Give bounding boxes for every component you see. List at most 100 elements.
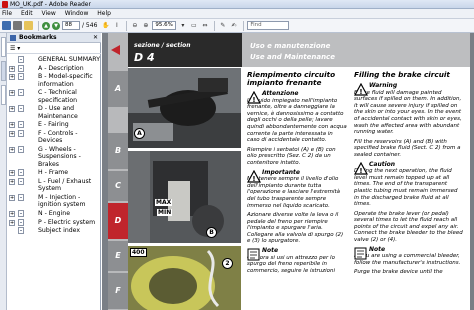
bookmark-item[interactable]: + B - Model-specific information bbox=[7, 73, 101, 88]
menu-window[interactable]: Window bbox=[65, 10, 89, 17]
section-code: D 4 bbox=[134, 51, 155, 64]
photo-label-min: MIN bbox=[157, 209, 173, 216]
menu-file[interactable]: File bbox=[2, 10, 12, 17]
italian-attention-block: ! Attenzione bbox=[247, 90, 347, 104]
bookmark-item[interactable]: + H - Frame bbox=[7, 169, 101, 177]
bookmark-item[interactable]: + G - Wheels - Suspensions - Brakes bbox=[7, 146, 101, 168]
bookmark-label: A - Description bbox=[38, 64, 84, 72]
bookmark-item[interactable]: + N - Engine bbox=[7, 209, 101, 217]
bookmark-item[interactable]: + E - Fairing bbox=[7, 121, 101, 129]
zoom-out-icon[interactable]: ⊖ bbox=[130, 21, 139, 30]
expand-icon[interactable]: + bbox=[9, 194, 15, 201]
bookmark-options-button[interactable]: ☰ ▾ bbox=[10, 45, 20, 52]
document-icon bbox=[18, 209, 24, 217]
page-total: / 546 bbox=[82, 22, 98, 29]
expand-icon[interactable]: + bbox=[9, 131, 15, 138]
document-icon bbox=[18, 105, 24, 113]
bookmark-item[interactable]: GENERAL SUMMARY bbox=[7, 56, 101, 63]
bookmark-item[interactable]: + P - Electric system bbox=[7, 218, 101, 226]
previous-page-icon[interactable]: ▲ bbox=[42, 21, 50, 30]
bookmark-item[interactable]: + D - Use and Maintenance bbox=[7, 105, 101, 120]
section-label: sezione / section bbox=[134, 42, 191, 49]
document-icon bbox=[18, 146, 24, 153]
english-column: Filling the brake circuit ! Warning Brak… bbox=[354, 71, 464, 279]
zoom-level-input[interactable]: 95.6% bbox=[152, 21, 177, 30]
section-tab-a: A bbox=[108, 71, 128, 107]
english-note-block: Note bbox=[354, 245, 464, 260]
menu-help[interactable]: Help bbox=[97, 10, 111, 17]
italian-attention-heading: Attenzione bbox=[262, 90, 299, 97]
expand-icon[interactable]: + bbox=[9, 65, 15, 72]
comment-icon[interactable]: ✎ bbox=[218, 21, 227, 30]
menu-bar: File Edit View Window Help bbox=[0, 9, 474, 19]
email-icon[interactable] bbox=[24, 21, 33, 30]
hand-tool-icon[interactable]: ✋ bbox=[101, 21, 110, 30]
find-input[interactable]: Find bbox=[247, 21, 290, 30]
open-icon[interactable] bbox=[2, 21, 11, 30]
next-page-icon[interactable]: ▼ bbox=[52, 21, 60, 30]
bookmark-label: N - Engine bbox=[38, 209, 71, 217]
window-title: MO_UK.pdf - Adobe Reader bbox=[10, 1, 91, 8]
svg-text:!: ! bbox=[359, 88, 362, 96]
expand-icon[interactable]: + bbox=[9, 210, 15, 217]
page-number-input[interactable]: 88 bbox=[62, 21, 80, 30]
chapter-header: Uso e manutenzione Use and Maintenance bbox=[242, 33, 470, 67]
italian-column: Riempimento circuito impianto frenante !… bbox=[247, 71, 347, 277]
expand-icon[interactable]: + bbox=[9, 74, 15, 81]
document-icon bbox=[18, 218, 24, 226]
english-warning-text: Brake fluid will damage painted surfaces… bbox=[354, 89, 462, 136]
section-tab-c: C bbox=[108, 171, 128, 201]
attachments-tab[interactable] bbox=[1, 85, 6, 105]
bookmark-item[interactable]: Subject index bbox=[7, 227, 101, 235]
expand-icon[interactable]: + bbox=[9, 90, 15, 97]
english-body-2: Operate the brake lever (or pedal) sever… bbox=[354, 210, 463, 244]
menu-edit[interactable]: Edit bbox=[21, 10, 33, 17]
fit-page-icon[interactable]: ▭ bbox=[189, 21, 198, 30]
svg-text:!: ! bbox=[359, 167, 362, 175]
bookmark-label: D - Use and Maintenance bbox=[38, 105, 78, 120]
bookmark-item[interactable]: + F - Controls - Devices bbox=[7, 130, 101, 145]
chapter-title-it: Uso e manutenzione bbox=[250, 42, 331, 50]
pages-tab[interactable] bbox=[1, 37, 6, 57]
svg-text:!: ! bbox=[252, 96, 255, 104]
bookmark-label: H - Frame bbox=[38, 169, 69, 177]
zoom-in-icon[interactable]: ⊕ bbox=[141, 21, 150, 30]
zoom-dropdown-icon[interactable]: ▾ bbox=[178, 21, 187, 30]
pdf-page: A B C D E F sezione / section D 4 Uso e … bbox=[108, 33, 470, 310]
expand-icon[interactable]: + bbox=[9, 170, 15, 177]
bookmark-item[interactable]: + A - Description bbox=[7, 64, 101, 72]
close-panel-icon[interactable]: ✕ bbox=[93, 33, 98, 43]
expand-icon[interactable]: + bbox=[9, 219, 15, 226]
italian-note-heading: Note bbox=[262, 247, 279, 255]
document-icon bbox=[18, 193, 24, 201]
bookmarks-tab[interactable] bbox=[1, 61, 6, 81]
toolbar-divider bbox=[214, 20, 216, 31]
warning-icon: ! bbox=[354, 83, 368, 96]
photo-bleed-valve: 400 2 bbox=[128, 246, 241, 310]
expand-icon[interactable]: + bbox=[9, 178, 15, 185]
section-tab-b: B bbox=[108, 133, 128, 169]
english-note-heading: Note bbox=[369, 245, 386, 253]
expand-icon[interactable]: + bbox=[9, 106, 15, 113]
bookmark-item[interactable]: + L - Fuel / Exhaust System bbox=[7, 177, 101, 193]
svg-text:!: ! bbox=[252, 175, 255, 183]
sign-icon[interactable]: ✍ bbox=[229, 21, 238, 30]
italian-body-2: Azionare diverse volte la leva o il peda… bbox=[247, 212, 344, 245]
expand-icon[interactable]: + bbox=[9, 147, 15, 153]
english-caution-text: During the next operation, the fluid lev… bbox=[354, 168, 458, 208]
bookmark-label: M - Injection - ignition system bbox=[38, 193, 86, 209]
select-tool-icon[interactable]: I bbox=[112, 21, 121, 30]
bookmark-item[interactable]: + C - Technical specification bbox=[7, 89, 101, 104]
expand-icon[interactable]: + bbox=[9, 122, 15, 129]
english-caution-heading: Caution bbox=[369, 160, 396, 168]
fit-width-icon[interactable]: ⇔ bbox=[200, 21, 209, 30]
photo-callout-2: 2 bbox=[222, 258, 233, 269]
adobe-reader-icon bbox=[2, 1, 8, 8]
document-viewport[interactable]: A B C D E F sezione / section D 4 Uso e … bbox=[102, 33, 474, 310]
bookmark-item[interactable]: + M - Injection - ignition system bbox=[7, 193, 101, 209]
italian-title: Riempimento circuito impianto frenante bbox=[247, 70, 336, 87]
menu-view[interactable]: View bbox=[42, 10, 56, 17]
caution-icon: ! bbox=[247, 169, 261, 183]
print-icon[interactable] bbox=[13, 21, 22, 30]
bookmark-label: F - Controls - Devices bbox=[38, 130, 78, 145]
